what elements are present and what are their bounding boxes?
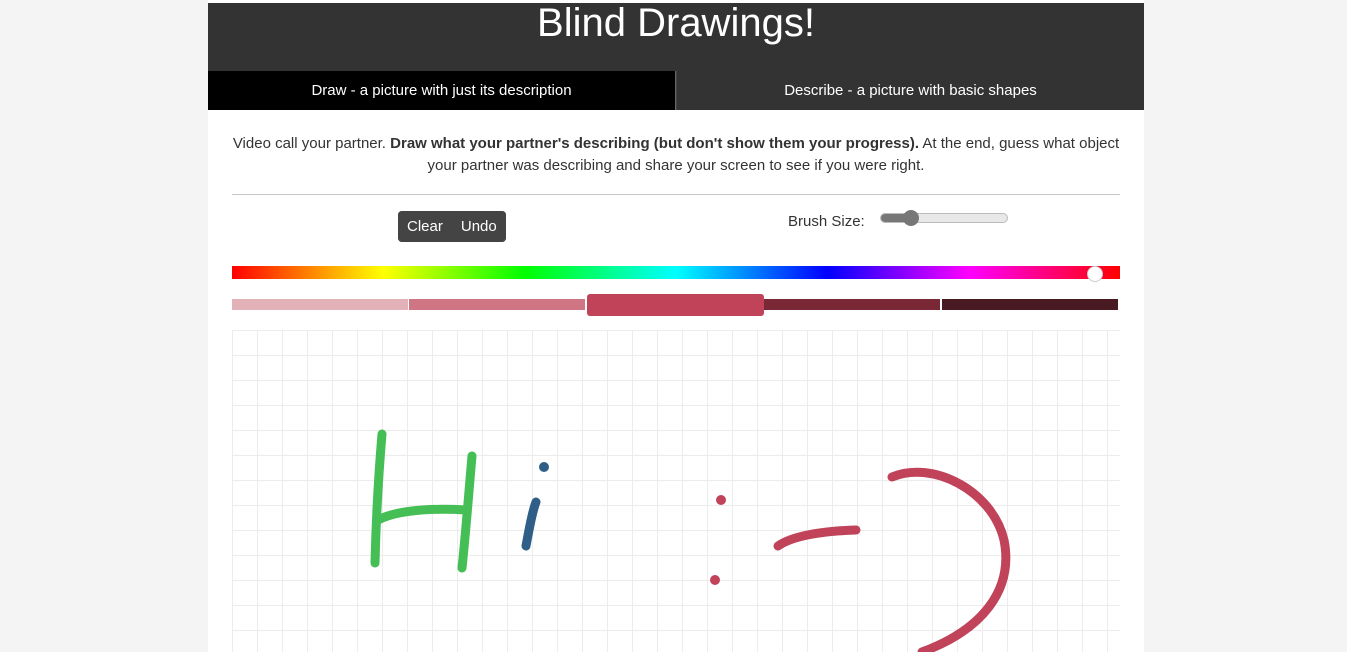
hue-picker[interactable]	[232, 266, 1120, 279]
stroke-i-body	[521, 497, 541, 551]
page: Blind Drawings! Draw - a picture with ju…	[208, 0, 1144, 652]
app-header: Blind Drawings!	[208, 3, 1144, 71]
stroke-dot-bottom	[710, 575, 720, 585]
mode-tabs: Draw - a picture with just its descripti…	[208, 71, 1144, 110]
instructions-bold: Draw what your partner's describing (but…	[390, 135, 920, 152]
instructions-text: Video call your partner. Draw what your …	[232, 133, 1120, 177]
hue-thumb[interactable]	[1087, 266, 1103, 282]
tab-describe[interactable]: Describe - a picture with basic shapes	[676, 71, 1144, 110]
drawing-layer	[370, 429, 1011, 652]
stroke-dash	[773, 525, 861, 551]
stroke-dot-top	[716, 495, 726, 505]
drawing-canvas[interactable]	[232, 330, 1120, 652]
shade-swatch-5[interactable]	[942, 299, 1118, 310]
shade-swatch-2[interactable]	[409, 299, 585, 310]
instructions-prefix: Video call your partner.	[232, 135, 391, 152]
shade-swatch-1[interactable]	[232, 299, 408, 310]
brush-size-slider[interactable]	[880, 210, 1008, 226]
brush-size-label: Brush Size:	[788, 213, 865, 230]
page-title: Blind Drawings!	[537, 1, 815, 45]
stroke-h-left	[370, 429, 387, 568]
divider	[232, 194, 1120, 195]
undo-button[interactable]: Undo	[451, 211, 506, 242]
tab-draw[interactable]: Draw - a picture with just its descripti…	[208, 71, 676, 110]
clear-button[interactable]: Clear	[398, 211, 452, 242]
canvas-actions: Clear Undo	[398, 211, 506, 242]
stroke-smile	[887, 467, 1011, 652]
shade-swatch-4[interactable]	[764, 299, 940, 310]
shade-swatch-3-selected[interactable]	[587, 294, 764, 316]
stroke-i-dot	[539, 462, 549, 472]
stroke-h-bar	[373, 504, 471, 525]
brush-size-thumb[interactable]	[903, 210, 919, 226]
